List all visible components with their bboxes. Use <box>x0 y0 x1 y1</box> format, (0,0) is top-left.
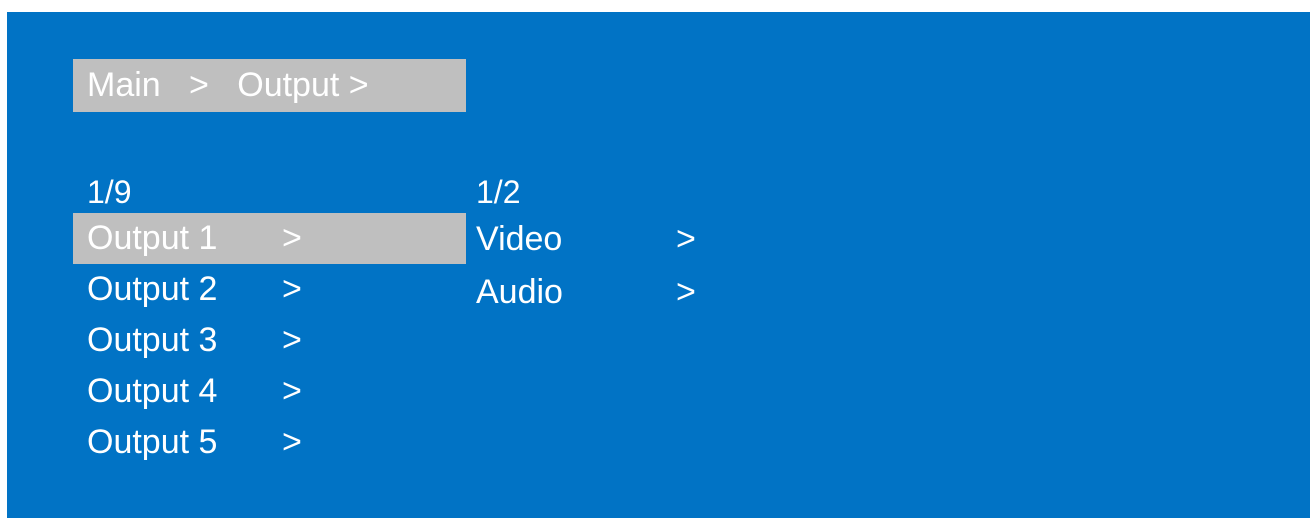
breadcrumb-item-output[interactable]: Output <box>237 59 339 112</box>
breadcrumb-separator: > <box>348 66 369 104</box>
chevron-right-icon: > <box>676 273 696 311</box>
menu-item-label: Output 2 <box>87 270 218 308</box>
breadcrumb-separator: > <box>189 66 209 104</box>
page-indicator: 1/9 <box>87 174 132 210</box>
chevron-right-icon: > <box>282 219 302 257</box>
breadcrumb-item-main[interactable]: Main <box>87 59 161 112</box>
osd-screen: Main > Output > 1/9 Output 1 > Output 2 > … <box>7 12 1310 518</box>
menu-item-label: Output 3 <box>87 321 218 359</box>
menu-item-output-5[interactable]: Output 5 > <box>73 417 466 468</box>
chevron-right-icon: > <box>282 321 302 359</box>
menu-item-label: Output 5 <box>87 423 218 461</box>
menu-item-output-4[interactable]: Output 4 > <box>73 366 466 417</box>
output-menu: 1/9 Output 1 > Output 2 > Output 3 > Output… <box>73 172 466 468</box>
menu-item-video[interactable]: Video > <box>467 213 867 266</box>
menu-item-label: Video <box>476 220 563 258</box>
menu-item-label: Output 1 <box>87 219 218 257</box>
page-indicator: 1/2 <box>476 174 521 210</box>
menu-item-audio[interactable]: Audio > <box>467 266 867 319</box>
breadcrumb: Main > Output > <box>73 59 466 112</box>
menu-item-output-2[interactable]: Output 2 > <box>73 264 466 315</box>
chevron-right-icon: > <box>676 220 696 258</box>
output-submenu: 1/2 Video > Audio > <box>467 172 867 319</box>
menu-item-output-1[interactable]: Output 1 > <box>73 213 466 264</box>
menu-item-output-3[interactable]: Output 3 > <box>73 315 466 366</box>
menu-item-label: Audio <box>476 273 563 311</box>
chevron-right-icon: > <box>282 270 302 308</box>
chevron-right-icon: > <box>282 372 302 410</box>
menu-item-label: Output 4 <box>87 372 218 410</box>
chevron-right-icon: > <box>282 423 302 461</box>
